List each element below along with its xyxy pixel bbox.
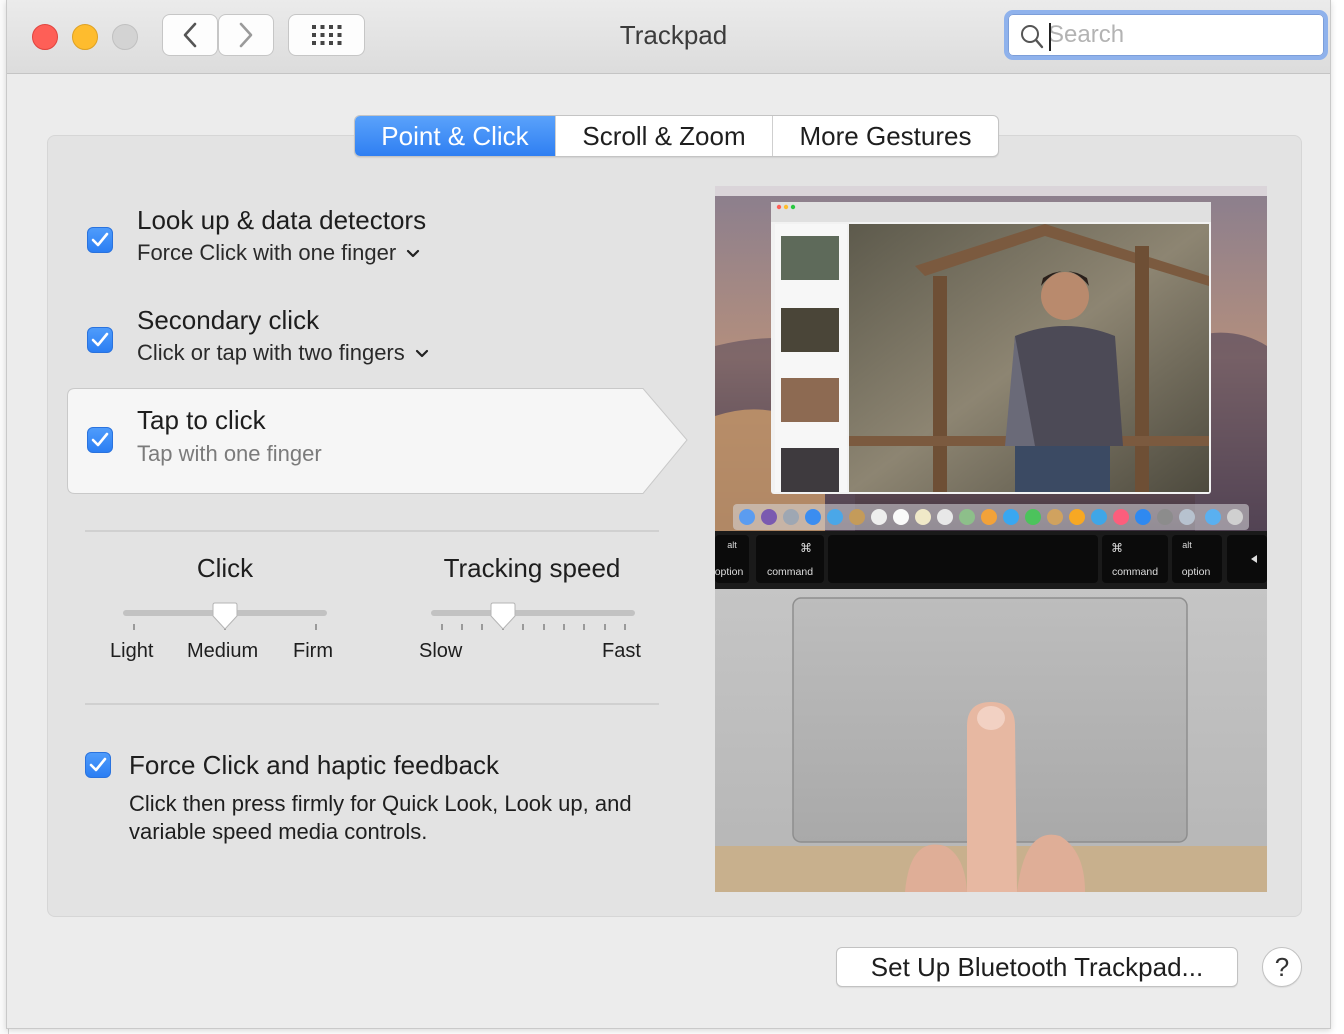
checkmark-icon [89,757,107,772]
tracking-tick [543,624,545,630]
tracking-tick [583,624,585,630]
click-tick-label-light: Light [110,640,154,662]
look-up-menu-value: Force Click with one finger [137,240,397,265]
click-slider-knob[interactable] [212,602,238,630]
tab-bar: Point & Click Scroll & Zoom More Gesture… [354,115,999,157]
help-button[interactable]: ? [1262,947,1302,987]
secondary-click-menu-value: Click or tap with two fingers [137,340,405,365]
tracking-slider-knob[interactable] [490,602,516,630]
tracking-tick [522,624,524,630]
tracking-tick [461,624,463,630]
title-bar: Trackpad [7,0,1330,74]
look-up-title: Look up & data detectors [137,205,427,235]
search-field[interactable] [1004,10,1328,60]
divider [85,703,659,705]
chevron-down-icon [407,250,420,258]
secondary-click-checkbox[interactable] [87,327,113,353]
key-option-left: option [715,566,743,578]
click-tick-label-medium: Medium [187,640,259,662]
look-up-menu[interactable]: Force Click with one finger [137,240,420,266]
tracking-tick [481,624,483,630]
gesture-preview-video: alt option ⌘ command ⌘ command alt optio… [715,186,1267,892]
tracking-slider-track [431,610,635,616]
key-command-left: command [767,566,813,578]
divider [85,530,659,532]
look-up-checkbox[interactable] [87,227,113,253]
key-command-right: command [1112,566,1158,578]
search-input[interactable] [1048,21,1318,49]
checkmark-icon [91,232,109,247]
tap-to-click-subtitle: Tap with one finger [137,441,322,466]
key-command-symbol-right: ⌘ [1111,541,1123,555]
checkmark-icon [91,332,109,347]
tap-to-click-title: Tap to click [137,405,266,435]
click-tick [315,624,317,630]
tap-to-click-checkbox[interactable] [87,427,113,453]
click-slider-label: Click [196,553,254,583]
tracking-tick [624,624,626,630]
trackpad-preferences-window: Trackpad Point & Click Scroll & Zoom Mor… [6,0,1331,1029]
checkmark-icon [91,432,109,447]
tab-point-and-click[interactable]: Point & Click [355,116,555,156]
click-tick-label-firm: Firm [293,640,333,662]
tracking-min-label: Slow [419,640,463,662]
tracking-slider-label: Tracking speed [443,553,621,583]
magnifier-icon [1021,25,1044,49]
key-alt-left: alt [727,540,737,550]
key-command-symbol-left: ⌘ [800,541,812,555]
click-tick [133,624,135,630]
tracking-tick [604,624,606,630]
tab-scroll-and-zoom[interactable]: Scroll & Zoom [555,116,772,156]
force-click-title: Force Click and haptic feedback [129,750,499,780]
tracking-tick [563,624,565,630]
force-click-checkbox[interactable] [85,752,111,778]
chevron-down-icon [415,350,428,358]
tracking-max-label: Fast [602,640,641,662]
tab-more-gestures[interactable]: More Gestures [772,116,998,156]
preview-illustration: alt option ⌘ command ⌘ command alt optio… [715,186,1267,892]
key-alt-right: alt [1182,540,1192,550]
force-click-description: Click then press firmly for Quick Look, … [129,791,632,844]
set-up-bluetooth-trackpad-button[interactable]: Set Up Bluetooth Trackpad... [836,947,1238,987]
secondary-click-menu[interactable]: Click or tap with two fingers [137,340,429,366]
key-option-right: option [1182,566,1211,578]
text-cursor [1049,23,1051,51]
secondary-click-title: Secondary click [137,305,320,335]
tracking-tick [441,624,443,630]
